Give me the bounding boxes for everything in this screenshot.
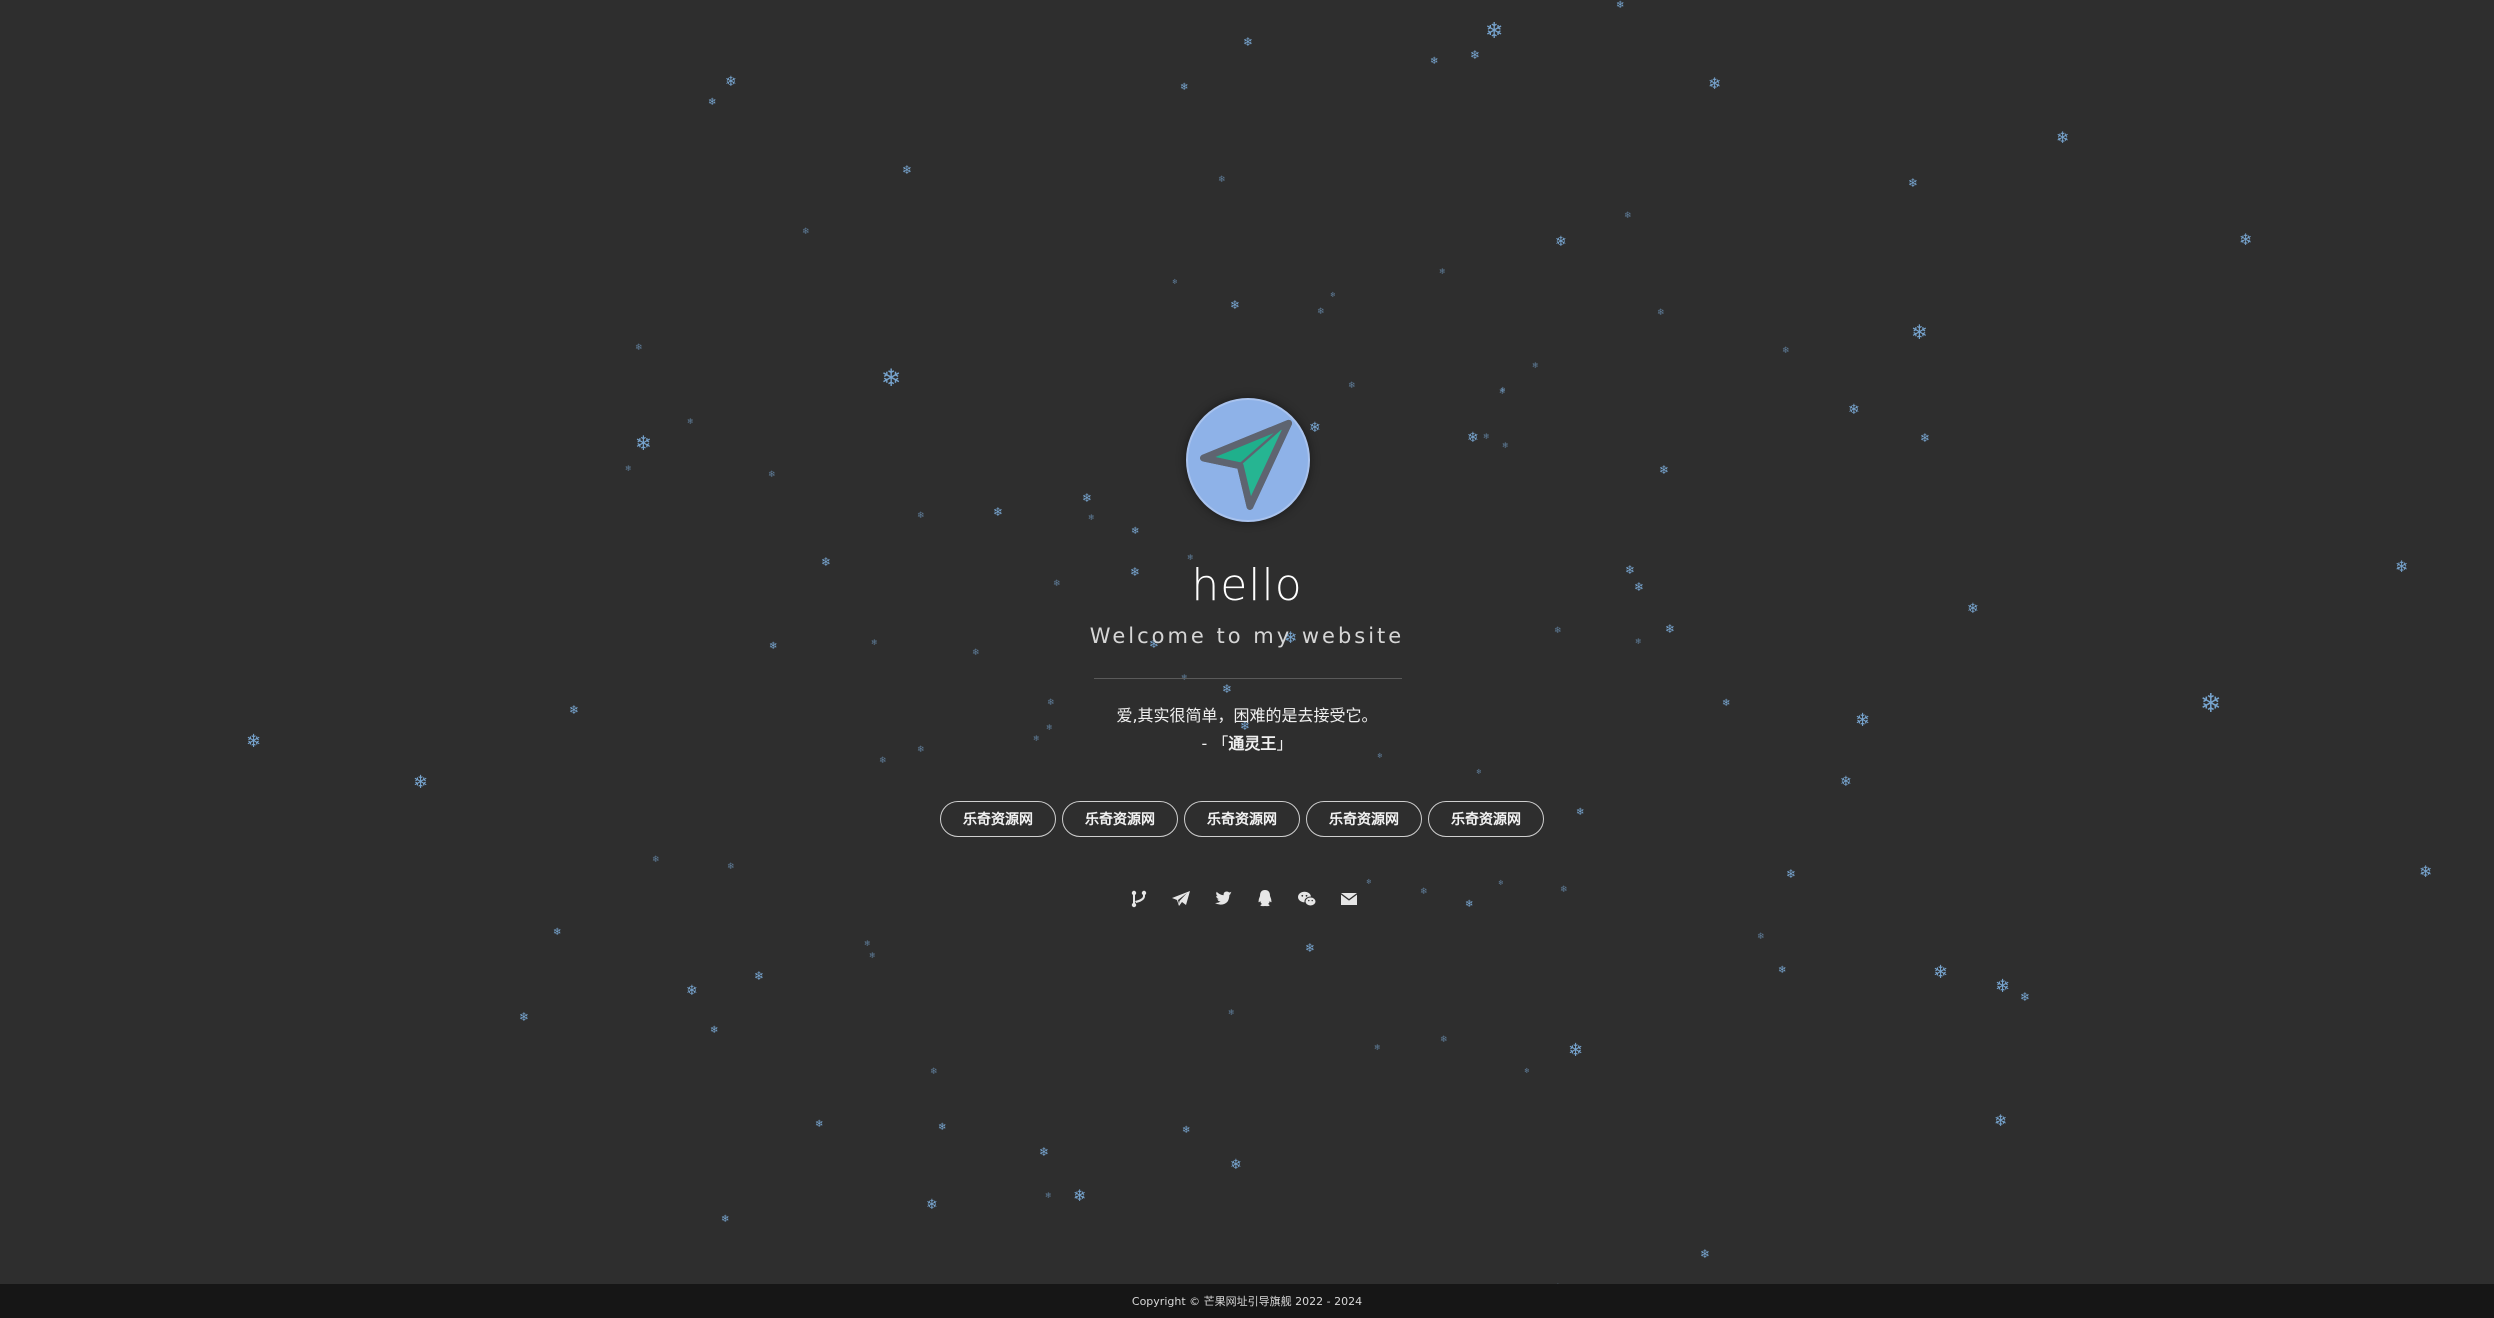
link-button-2[interactable]: 乐奇资源网: [1062, 801, 1178, 837]
page-subtitle: Welcome to my website: [1089, 624, 1405, 648]
github-icon[interactable]: [1128, 888, 1150, 910]
paper-plane-icon: [1200, 419, 1293, 510]
social-links: [1128, 888, 1360, 910]
quote-author: - 「通灵王」: [0, 730, 2494, 754]
quote-author-name: 通灵王: [1228, 734, 1277, 753]
footer: Copyright © 芒果网址引导旗舰 2022 - 2024: [0, 1284, 2494, 1318]
quote-author-suffix: 」: [1276, 734, 1293, 753]
wechat-icon[interactable]: [1296, 888, 1318, 910]
link-buttons: 乐奇资源网 乐奇资源网 乐奇资源网 乐奇资源网 乐奇资源网: [940, 801, 1544, 837]
email-icon[interactable]: [1338, 888, 1360, 910]
link-button-3[interactable]: 乐奇资源网: [1184, 801, 1300, 837]
quote-text: 爱,其实很简单，困难的是去接受它。: [1116, 706, 1378, 725]
link-button-5[interactable]: 乐奇资源网: [1428, 801, 1544, 837]
page: ❄ ❄ ❄ ❄ ❄ ❄ ❄ ❄ ❄ ❄ ❄ ❄ ❄ ❄ ❄ ❄ ❄ ❄ ❄ ❄ ❄ ❄ ❄ ❄ ❄ ❄ ❄ ❄ ❄ ❄ ❄ ❄ ❄ ❄ ❄ ❄ ❄ ❄ ❄ ❄…: [0, 0, 2494, 1318]
twitter-icon[interactable]: [1212, 888, 1234, 910]
divider: [1094, 678, 1402, 679]
quote-author-prefix: - 「: [1201, 734, 1229, 753]
page-title: hello: [1191, 560, 1303, 611]
copyright-text: Copyright © 芒果网址引导旗舰 2022 - 2024: [1131, 1295, 1363, 1308]
link-button-1[interactable]: 乐奇资源网: [940, 801, 1056, 837]
telegram-icon[interactable]: [1170, 888, 1192, 910]
link-button-4[interactable]: 乐奇资源网: [1306, 801, 1422, 837]
qq-icon[interactable]: [1254, 888, 1276, 910]
main-content: hello Welcome to my website 爱,其实很简单，困难的是…: [0, 0, 2494, 1284]
avatar: [1186, 398, 1310, 522]
